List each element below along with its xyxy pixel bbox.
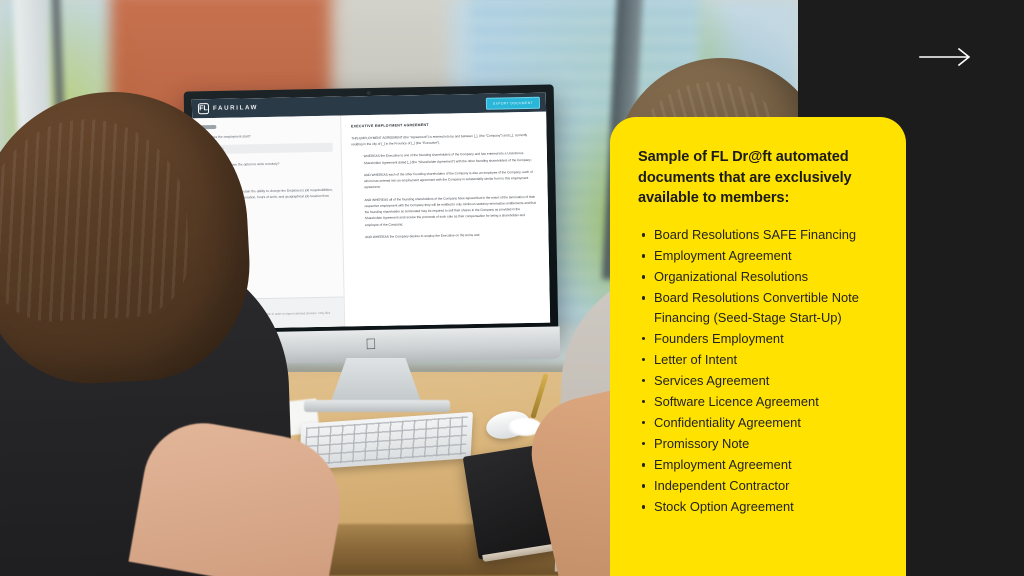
members-documents-card: Sample of FL Dr@ft automated documents t…: [610, 117, 906, 576]
list-item: Independent Contractor: [638, 476, 878, 495]
brand-name: FAURILAW: [212, 104, 259, 113]
list-item: Stock Option Agreement: [638, 497, 878, 516]
list-item: Board Resolutions SAFE Financing: [638, 225, 878, 244]
imac-stand-foot: [304, 400, 450, 412]
list-item: Software Licence Agreement: [638, 392, 878, 411]
list-item: Confidentiality Agreement: [638, 413, 878, 432]
document-paragraph: AND WHEREAS each of the other founding s…: [363, 169, 533, 190]
list-item: Employment Agreement: [638, 246, 878, 265]
list-item: Employment Agreement: [638, 455, 878, 474]
document-title: EXECUTIVE EMPLOYMENT AGREEMENT: [350, 122, 429, 129]
webcam-icon: [366, 90, 371, 96]
question-1-label: When does the employment start?: [200, 134, 251, 140]
list-item: Organizational Resolutions: [638, 267, 878, 286]
list-item: Founders Employment: [638, 329, 878, 348]
document-paragraph: THIS EMPLOYMENT AGREEMENT (the "Agreemen…: [351, 132, 528, 147]
export-document-button[interactable]: EXPORT DOCUMENT: [486, 96, 541, 110]
logo-letters: FL: [199, 105, 208, 113]
list-item: Services Agreement: [638, 371, 878, 390]
brand: FL FAURILAW: [197, 102, 259, 115]
list-item: Letter of Intent: [638, 350, 878, 369]
document-list: Board Resolutions SAFE Financing Employm…: [638, 225, 878, 516]
list-item: Promissory Note: [638, 434, 878, 453]
card-heading: Sample of FL Dr@ft automated documents t…: [638, 149, 852, 207]
list-item: Board Resolutions Convertible Note Finan…: [638, 288, 878, 326]
apple-logo-icon: : [364, 336, 378, 353]
document-paragraph: AND WHEREAS all of the founding sharehol…: [364, 194, 536, 227]
document-paragraph: AND WHEREAS the Company desires to emplo…: [365, 232, 480, 239]
arrow-right-icon[interactable]: [918, 46, 974, 68]
document-preview: EXECUTIVE EMPLOYMENT AGREEMENT THIS EMPL…: [340, 111, 551, 327]
document-paragraph: WHEREAS the Executive is one of the foun…: [363, 151, 532, 165]
fl-logo-icon: FL: [197, 103, 210, 115]
